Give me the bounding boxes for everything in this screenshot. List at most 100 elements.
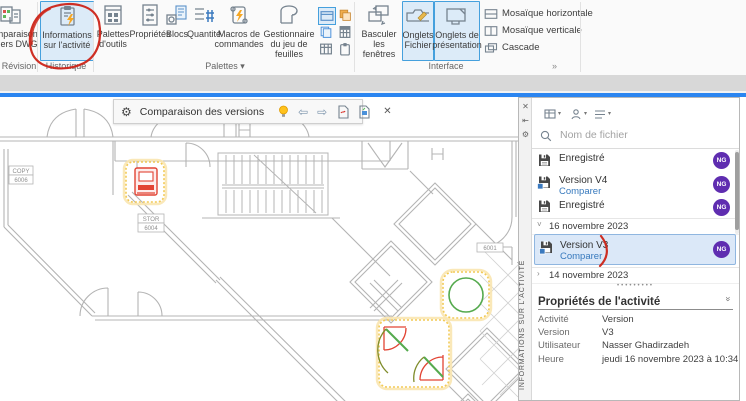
scrollbar[interactable] [735,150,739,234]
save-icon [537,199,552,219]
quantity-icon [191,1,217,29]
date-group-header[interactable]: ˅ 16 novembre 2023 [532,218,739,235]
chevron-down-icon: ˅ [537,220,542,229]
svg-text:COPY: COPY [12,169,29,175]
tool-palettes-button[interactable]: Palettes d'outils [94,1,132,59]
file-search [532,126,739,149]
plan-walls [0,102,529,401]
list-options-dropdown[interactable]: ▾ [594,108,611,121]
file-tabs-icon [405,2,431,30]
properties-section-header: Propriétés de l'activité » [538,292,733,310]
svg-text:STOR: STOR [143,217,160,223]
group-separator [580,2,581,72]
palette-table-toggle[interactable] [318,41,334,57]
tile-vertical-item[interactable]: Mosaïque verticale [484,23,582,38]
search-input[interactable] [558,128,722,142]
command-macros-button[interactable]: Macros de commandes [215,1,264,59]
switch-windows-icon [366,1,392,29]
property-row: Utilisateur Nasser Ghadirzadeh [538,340,690,351]
search-icon [540,130,552,142]
save-image-icon[interactable] [358,104,371,119]
avatar: NG [713,241,730,258]
avatar: NG [713,176,730,193]
switch-windows-button[interactable]: Basculer les fenêtres [358,1,400,59]
palettes-stack-icon [339,9,351,21]
room-label-copy: COPY 6006 [8,165,34,185]
compare-link[interactable]: Comparer [559,186,601,197]
sheet-set-manager-button[interactable]: Gestionnaire du jeu de feuilles [260,1,318,59]
tile-horizontal-icon [484,8,498,19]
palette-stack-toggle[interactable] [337,7,353,23]
panel-vertical-title: INFORMATIONS SUR L'ACTIVITÉ [519,259,526,391]
added-circle[interactable] [439,268,493,322]
group-label-interface: Interface [428,61,464,71]
svg-text:6004: 6004 [144,226,158,232]
settings-gear-icon[interactable]: ⚙ [121,105,132,119]
version-compare-toolbar: ⚙ Comparaison des versions ⇦ ⇨ ✕ [113,99,392,124]
view-grid-icon [544,109,556,119]
group-separator [354,2,355,72]
tile-horizontal-item[interactable]: Mosaïque horizontale [484,6,593,21]
save-version-icon [537,175,552,195]
tool-palettes-icon [100,1,126,29]
command-macros-icon [226,1,252,29]
version-row-v4[interactable]: Version V4 Comparer NG [532,172,739,198]
activity-insights-panel: ✕ ⇤ ⚙ INFORMATIONS SUR L'ACTIVITÉ ▾ ▾ ▾ [518,97,740,401]
compare-dwg-button[interactable]: Comparaison fichiers DWG [0,1,38,59]
cascade-item[interactable]: Cascade [484,40,540,55]
version-row-v3-selected[interactable]: Version V3 Comparer NG [534,234,736,265]
save-icon [537,153,552,173]
room-label-6001: 6001 [476,242,504,253]
layout-tabs-icon [444,2,470,30]
room-label-stor: STOR 6004 [137,213,165,233]
property-row: Activité Version [538,314,634,325]
version-row-saved[interactable]: Enregistré NG [532,150,739,172]
bulb-icon[interactable] [278,105,289,118]
export-snapshot-icon[interactable] [337,104,350,119]
palette-clipboard-toggle[interactable] [337,41,353,57]
panel-close-icon[interactable]: ✕ [519,102,532,111]
scrollbar-thumb[interactable] [735,152,739,230]
avatar: NG [713,152,730,169]
panel-settings-icon[interactable]: ⚙ [519,130,532,139]
chevron-right-icon: › [537,269,540,278]
stairs [217,152,329,216]
collapse-section-icon[interactable]: » [723,296,733,301]
compare-link[interactable]: Comparer [560,251,602,262]
palette-window-toggle[interactable] [318,7,336,25]
avatar: NG [713,199,730,216]
user-filter-dropdown[interactable]: ▾ [570,108,587,121]
file-tabs-button[interactable]: Onglets Fichier [402,1,434,61]
palette-sheets-toggle[interactable] [318,24,334,40]
panel-splitter-handle[interactable]: ••••••••• [532,282,739,291]
tile-vertical-icon [484,25,498,36]
activity-info-icon [54,2,80,30]
palette-calculator-toggle[interactable] [337,24,353,40]
property-row: Version V3 [538,327,614,338]
toolbar-title: Comparaison des versions [139,105,265,118]
clipboard-icon [340,43,350,56]
view-mode-dropdown[interactable]: ▾ [544,108,561,121]
next-arrow-icon[interactable]: ⇨ [317,106,327,118]
ribbon: Comparaison fichiers DWG Informations su… [0,0,746,75]
group-label-historique: Historique [45,61,87,71]
sheet-set-manager-icon [276,1,302,29]
version-row-saved[interactable]: Enregistré NG [532,198,739,218]
list-icon [595,110,605,119]
save-version-icon [539,240,554,260]
group-label-palettes[interactable]: Palettes ▾ [96,61,354,73]
svg-text:6001: 6001 [483,246,497,252]
panel-autohide-icon[interactable]: ⇤ [519,116,532,125]
svg-text:6006: 6006 [14,178,28,184]
layout-tabs-button[interactable]: Onglets de présentation [432,1,482,61]
activity-info-button[interactable]: Informations sur l'activité [40,1,94,61]
window-icon [320,11,334,21]
previous-arrow-icon[interactable]: ⇦ [298,106,308,118]
close-toolbar-icon[interactable]: ✕ [383,106,391,117]
ribbon-overflow-icon[interactable]: » [552,61,557,71]
panel-title-strip: ✕ ⇤ ⚙ INFORMATIONS SUR L'ACTIVITÉ [519,98,532,400]
changed-doors[interactable] [375,316,453,391]
panel-content: ▾ ▾ ▾ Enregistré NG [532,98,739,400]
properties-button[interactable]: Propriétés [129,1,171,59]
group-separator [93,2,94,72]
